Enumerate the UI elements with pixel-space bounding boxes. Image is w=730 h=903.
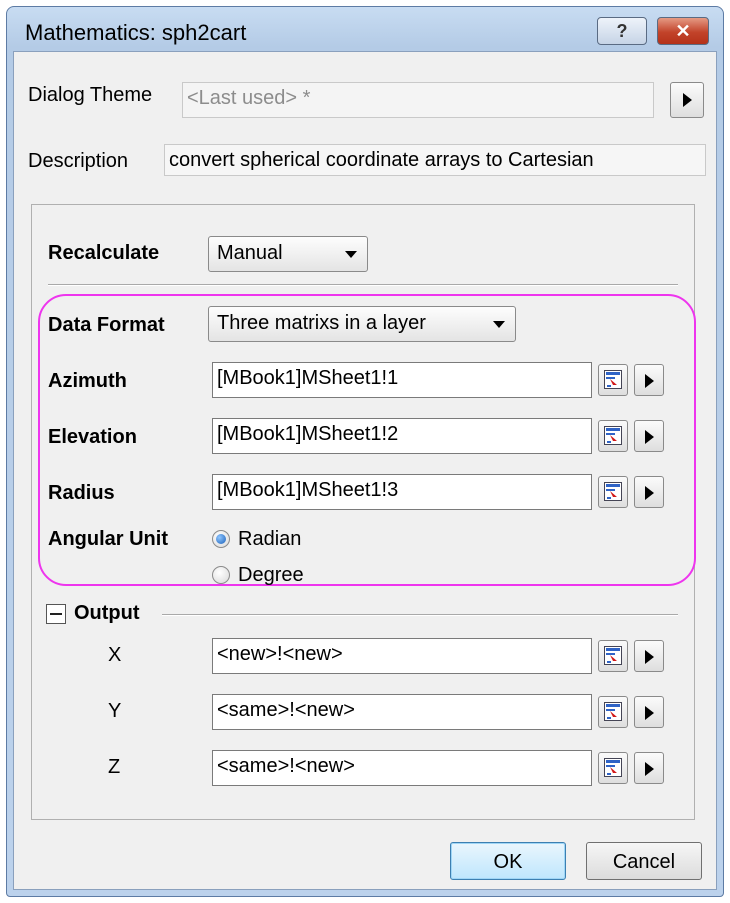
play-arrow-icon <box>645 486 654 500</box>
select-range-icon <box>604 426 622 445</box>
data-format-dropdown[interactable]: Three matrixs in a layer <box>208 306 516 342</box>
azimuth-menu-button[interactable] <box>634 364 664 396</box>
output-x-select-button[interactable] <box>598 640 628 672</box>
data-format-label: Data Format <box>48 314 165 336</box>
select-range-icon <box>604 482 622 501</box>
radius-input[interactable]: [MBook1]MSheet1!3 <box>212 474 592 510</box>
azimuth-select-button[interactable] <box>598 364 628 396</box>
dialog-theme-label: Dialog Theme <box>28 84 153 106</box>
output-y-label: Y <box>108 700 122 722</box>
elevation-menu-button[interactable] <box>634 420 664 452</box>
separator <box>48 284 678 286</box>
radio-radian[interactable] <box>212 530 230 548</box>
radio-degree-label[interactable]: Degree <box>238 564 304 587</box>
ok-button[interactable]: OK <box>450 842 566 880</box>
chevron-down-icon <box>345 251 357 258</box>
output-z-input[interactable]: <same>!<new> <box>212 750 592 786</box>
output-x-menu-button[interactable] <box>634 640 664 672</box>
output-z-select-button[interactable] <box>598 752 628 784</box>
output-z-label: Z <box>108 756 121 778</box>
output-y-select-button[interactable] <box>598 696 628 728</box>
radius-menu-button[interactable] <box>634 476 664 508</box>
azimuth-label: Azimuth <box>48 370 127 392</box>
output-y-input[interactable]: <same>!<new> <box>212 694 592 730</box>
play-arrow-icon <box>645 650 654 664</box>
elevation-select-button[interactable] <box>598 420 628 452</box>
play-arrow-icon <box>645 430 654 444</box>
angular-unit-label: Angular Unit <box>48 528 168 550</box>
dialog-window: Mathematics: sph2cart ? ✕ Dialog Theme <… <box>6 6 724 897</box>
help-icon: ? <box>616 20 628 41</box>
play-arrow-icon <box>645 706 654 720</box>
data-format-value: Three matrixs in a layer <box>217 312 426 334</box>
help-button[interactable]: ? <box>597 17 647 45</box>
select-range-icon <box>604 758 622 777</box>
play-arrow-icon <box>645 374 654 388</box>
radius-label: Radius <box>48 482 115 504</box>
output-x-input[interactable]: <new>!<new> <box>212 638 592 674</box>
recalculate-value: Manual <box>217 242 283 264</box>
radio-radian-label[interactable]: Radian <box>238 528 301 551</box>
description-label: Description <box>28 150 129 172</box>
dialog-theme-menu-button[interactable] <box>670 82 704 118</box>
chevron-down-icon <box>493 321 505 328</box>
output-x-label: X <box>108 644 122 666</box>
close-icon: ✕ <box>675 20 691 41</box>
output-separator <box>162 614 678 616</box>
output-y-menu-button[interactable] <box>634 696 664 728</box>
elevation-input[interactable]: [MBook1]MSheet1!2 <box>212 418 592 454</box>
cancel-button[interactable]: Cancel <box>586 842 702 880</box>
play-arrow-icon <box>645 762 654 776</box>
radius-select-button[interactable] <box>598 476 628 508</box>
output-collapse-icon[interactable] <box>46 604 66 624</box>
azimuth-input[interactable]: [MBook1]MSheet1!1 <box>212 362 592 398</box>
output-label: Output <box>74 602 140 624</box>
recalculate-label: Recalculate <box>48 242 160 264</box>
select-range-icon <box>604 702 622 721</box>
title-bar[interactable]: Mathematics: sph2cart ? ✕ <box>7 7 723 51</box>
dialog-theme-field[interactable]: <Last used> * <box>182 82 654 118</box>
select-range-icon <box>604 370 622 389</box>
output-z-menu-button[interactable] <box>634 752 664 784</box>
recalculate-dropdown[interactable]: Manual <box>208 236 368 272</box>
close-button[interactable]: ✕ <box>657 17 709 45</box>
play-arrow-icon <box>683 93 692 107</box>
radio-degree[interactable] <box>212 566 230 584</box>
select-range-icon <box>604 646 622 665</box>
elevation-label: Elevation <box>48 426 137 448</box>
description-field: convert spherical coordinate arrays to C… <box>164 144 706 176</box>
dialog-client-area: Dialog Theme <Last used> * Description c… <box>13 51 717 890</box>
window-title: Mathematics: sph2cart <box>25 20 247 45</box>
